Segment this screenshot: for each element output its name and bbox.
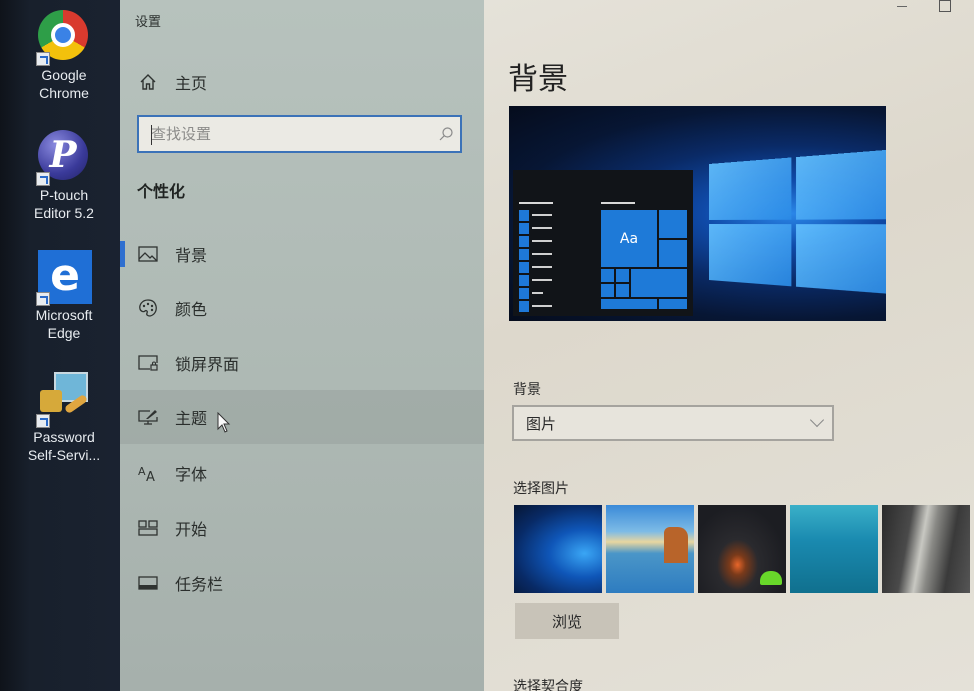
picture-thumbnail[interactable] bbox=[790, 505, 878, 593]
nav-item-label: 主题 bbox=[175, 409, 208, 428]
search-settings-box[interactable] bbox=[137, 115, 462, 153]
background-type-dropdown[interactable]: 图片 bbox=[512, 405, 834, 441]
nav-item-label: 背景 bbox=[175, 246, 208, 265]
text-caret bbox=[151, 125, 152, 145]
desktop-icon-google-chrome[interactable]: Google Chrome bbox=[14, 10, 114, 102]
desktop-icon-label: Password bbox=[33, 429, 95, 445]
taskbar-icon bbox=[137, 572, 159, 594]
nav-item-label: 颜色 bbox=[175, 300, 208, 319]
nav-item-label: 开始 bbox=[175, 520, 208, 539]
desktop-icon-label: P-touch bbox=[39, 187, 89, 203]
desktop-icon-label: Google bbox=[41, 67, 87, 83]
svg-text:A: A bbox=[138, 465, 146, 478]
start-icon bbox=[137, 517, 159, 539]
nav-home[interactable]: 主页 bbox=[120, 62, 484, 102]
preview-tile-aa: Aa bbox=[601, 210, 657, 267]
picture-thumbnail[interactable] bbox=[882, 505, 970, 593]
nav-item-background[interactable]: 背景 bbox=[120, 227, 484, 281]
theme-brush-icon bbox=[137, 406, 159, 428]
settings-nav-pane: 设置 主页 个性化 背景 颜色 bbox=[120, 0, 484, 691]
desktop-icon-label: Editor 5.2 bbox=[34, 205, 94, 221]
nav-item-label: 字体 bbox=[175, 465, 208, 484]
shortcut-arrow-icon bbox=[36, 292, 50, 306]
desktop-icon-ptouch-editor[interactable]: P P-touch Editor 5.2 bbox=[14, 130, 114, 222]
background-preview: Aa bbox=[509, 106, 886, 321]
picture-icon bbox=[137, 243, 159, 265]
minimize-button[interactable] bbox=[884, 0, 924, 16]
settings-content-pane: 背景 Aa 背景 图片 选择图片 浏览 选择契合度 bbox=[484, 0, 974, 691]
nav-item-taskbar[interactable]: 任务栏 bbox=[120, 556, 484, 610]
page-title: 背景 bbox=[508, 62, 568, 97]
search-icon[interactable] bbox=[432, 126, 460, 142]
desktop-icon-label: Microsoft bbox=[35, 307, 93, 323]
picture-thumbnail[interactable] bbox=[698, 505, 786, 593]
choose-picture-label: 选择图片 bbox=[513, 481, 569, 497]
windows-logo-wallpaper bbox=[709, 148, 886, 298]
desktop-icon-microsoft-edge[interactable]: e Microsoft Edge bbox=[14, 250, 114, 342]
desktop-icon-label: Self-Servi... bbox=[27, 447, 101, 463]
svg-text:A: A bbox=[146, 470, 155, 482]
search-input[interactable] bbox=[139, 117, 432, 151]
lock-screen-icon bbox=[137, 352, 159, 374]
picture-thumbnails bbox=[514, 505, 970, 593]
desktop: Google Chrome P P-touch Editor 5.2 e Mic… bbox=[0, 0, 120, 691]
mouse-cursor-icon bbox=[217, 411, 231, 438]
desktop-icon-label: Edge bbox=[47, 325, 81, 341]
shortcut-arrow-icon bbox=[36, 172, 50, 186]
picture-thumbnail[interactable] bbox=[514, 505, 602, 593]
palette-icon bbox=[137, 297, 159, 319]
background-type-label: 背景 bbox=[513, 382, 541, 398]
dropdown-selected-value: 图片 bbox=[526, 414, 557, 433]
browse-button[interactable]: 浏览 bbox=[515, 603, 619, 639]
font-icon: AA bbox=[137, 462, 159, 484]
settings-window: 设置 主页 个性化 背景 颜色 bbox=[120, 0, 974, 691]
nav-item-label: 任务栏 bbox=[175, 575, 224, 594]
nav-item-start[interactable]: 开始 bbox=[120, 501, 484, 555]
maximize-button[interactable] bbox=[927, 0, 967, 16]
chevron-down-icon bbox=[809, 412, 825, 428]
preview-start-menu: Aa bbox=[513, 170, 693, 316]
nav-item-themes[interactable]: 主题 bbox=[120, 390, 484, 444]
desktop-icon-password-self-service[interactable]: Password Self-Servi... bbox=[14, 372, 114, 464]
shortcut-arrow-icon bbox=[36, 52, 50, 66]
shortcut-arrow-icon bbox=[36, 414, 50, 428]
section-title: 个性化 bbox=[137, 182, 186, 201]
desktop-icon-label: Chrome bbox=[39, 85, 89, 101]
nav-item-fonts[interactable]: AA 字体 bbox=[120, 446, 484, 500]
nav-item-label: 锁屏界面 bbox=[175, 355, 240, 374]
choose-fit-label: 选择契合度 bbox=[513, 679, 583, 691]
nav-item-lock-screen[interactable]: 锁屏界面 bbox=[120, 336, 484, 390]
app-title: 设置 bbox=[135, 15, 162, 30]
nav-item-colors[interactable]: 颜色 bbox=[120, 281, 484, 335]
nav-home-label: 主页 bbox=[175, 74, 208, 93]
picture-thumbnail[interactable] bbox=[606, 505, 694, 593]
home-icon bbox=[137, 71, 159, 93]
